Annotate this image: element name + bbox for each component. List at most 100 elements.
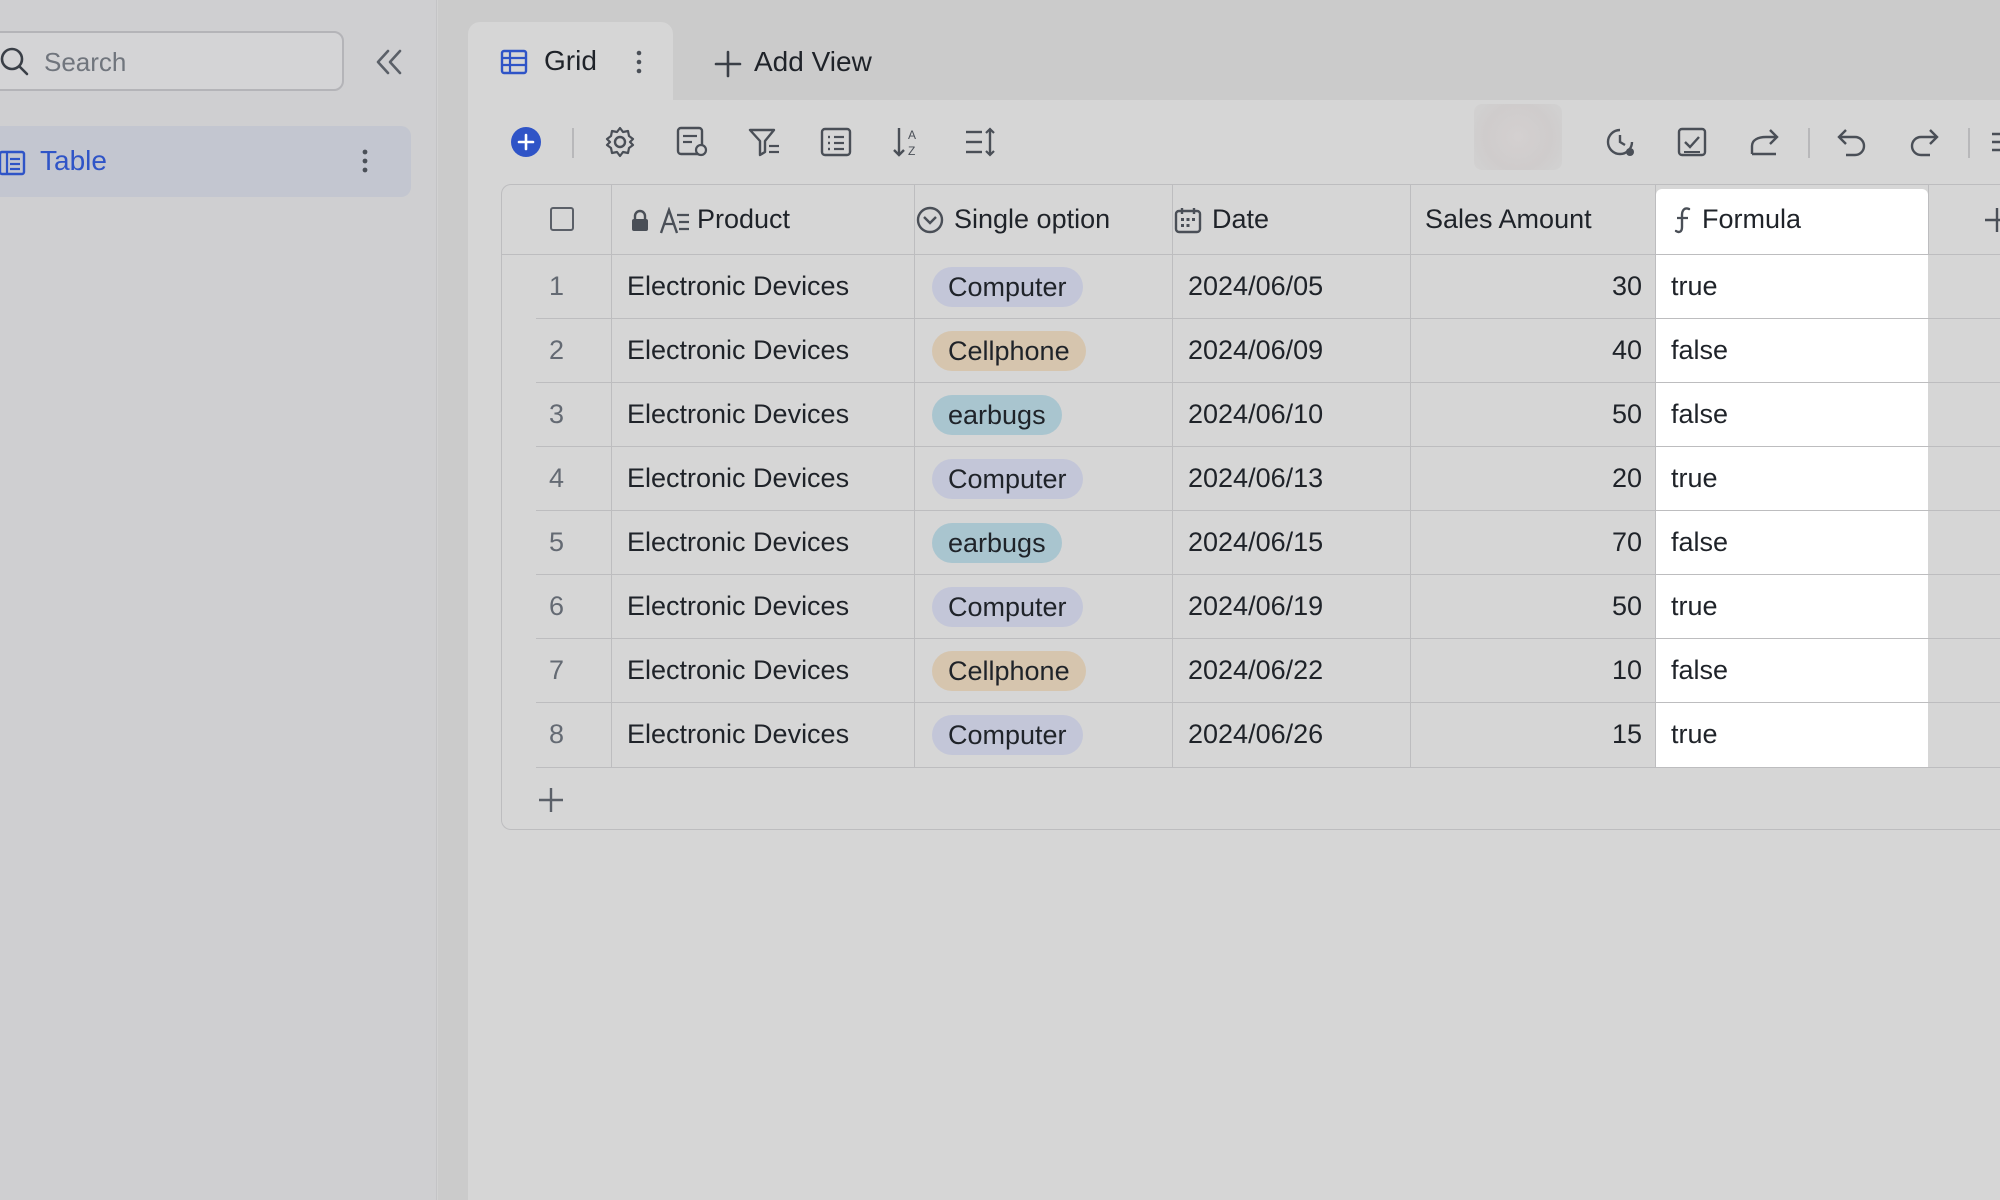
product-cell[interactable]: Electronic Devices (627, 527, 849, 558)
option-chip[interactable]: Computer (932, 267, 1083, 307)
sales-amount-cell[interactable]: 50 (1410, 399, 1642, 430)
more-menu-icon[interactable] (1988, 124, 2000, 160)
settings-icon[interactable] (602, 124, 638, 160)
sidebar-item-table[interactable]: Table (0, 126, 411, 197)
formula-cell[interactable]: true (1671, 719, 1718, 750)
product-cell[interactable]: Electronic Devices (627, 591, 849, 622)
filter-icon[interactable] (746, 124, 782, 160)
product-cell[interactable]: Electronic Devices (627, 463, 849, 494)
sales-amount-cell[interactable]: 50 (1410, 591, 1642, 622)
sales-amount-cell[interactable]: 40 (1410, 335, 1642, 366)
formula-cell[interactable]: true (1671, 463, 1718, 494)
user-avatar[interactable] (1474, 104, 1562, 170)
date-cell[interactable]: 2024/06/05 (1188, 271, 1323, 302)
option-chip[interactable]: Computer (932, 459, 1083, 499)
formula-cell[interactable]: false (1671, 527, 1728, 558)
add-view-label: Add View (754, 46, 872, 77)
search-input[interactable] (42, 43, 326, 81)
toolbar: AZ (468, 100, 2000, 184)
table-row[interactable]: 6 Electronic Devices Computer 2024/06/19 50 t… (502, 575, 2000, 639)
formula-cell[interactable]: true (1671, 591, 1718, 622)
svg-text:A: A (908, 128, 916, 142)
option-chip[interactable]: Cellphone (932, 651, 1086, 691)
row-divider (536, 767, 2000, 768)
date-cell[interactable]: 2024/06/22 (1188, 655, 1323, 686)
date-cell[interactable]: 2024/06/13 (1188, 463, 1323, 494)
task-check-icon[interactable] (1674, 124, 1710, 160)
sales-amount-cell[interactable]: 70 (1410, 527, 1642, 558)
tab-more-icon[interactable] (634, 48, 644, 81)
tab-label: Grid (544, 45, 597, 76)
row-number[interactable]: 2 (502, 335, 611, 366)
product-cell[interactable]: Electronic Devices (627, 719, 849, 750)
table-row[interactable]: 2 Electronic Devices Cellphone 2024/06/09 40… (502, 319, 2000, 383)
undo-icon[interactable] (1834, 124, 1870, 160)
row-number[interactable]: 8 (502, 719, 611, 750)
history-icon[interactable] (1602, 124, 1638, 160)
product-cell[interactable]: Electronic Devices (627, 655, 849, 686)
formula-cell[interactable]: false (1671, 335, 1728, 366)
text-field-icon (659, 206, 691, 240)
product-cell[interactable]: Electronic Devices (627, 399, 849, 430)
sales-amount-cell[interactable]: 10 (1410, 655, 1642, 686)
toolbar-divider (1968, 128, 1970, 158)
collapse-sidebar-icon[interactable] (372, 45, 408, 79)
row-number[interactable]: 3 (502, 399, 611, 430)
row-number[interactable]: 7 (502, 655, 611, 686)
option-chip[interactable]: Computer (932, 715, 1083, 755)
column-header-product[interactable]: Product (697, 204, 790, 235)
formula-cell[interactable]: true (1671, 271, 1718, 302)
date-cell[interactable]: 2024/06/09 (1188, 335, 1323, 366)
single-option-icon (916, 206, 944, 239)
sales-amount-cell[interactable]: 15 (1410, 719, 1642, 750)
row-number[interactable]: 5 (502, 527, 611, 558)
sidebar: Table (0, 0, 437, 1200)
sort-icon[interactable]: AZ (890, 124, 926, 160)
sidebar-item-label: Table (40, 145, 107, 176)
add-row-icon[interactable] (536, 785, 566, 820)
option-chip[interactable]: earbugs (932, 395, 1062, 435)
column-divider (1928, 185, 1929, 255)
grid-view-icon (500, 49, 528, 80)
sales-amount-cell[interactable]: 30 (1410, 271, 1642, 302)
row-height-icon[interactable] (962, 124, 998, 160)
date-cell[interactable]: 2024/06/15 (1188, 527, 1323, 558)
redo-icon[interactable] (1906, 124, 1942, 160)
product-cell[interactable]: Electronic Devices (627, 335, 849, 366)
column-header-date[interactable]: Date (1212, 204, 1269, 235)
table-icon (0, 150, 26, 181)
share-icon[interactable] (1746, 124, 1782, 160)
table-row[interactable]: 8 Electronic Devices Computer 2024/06/26 15 t… (502, 703, 2000, 767)
tab-grid[interactable]: Grid (468, 22, 673, 102)
select-all-checkbox[interactable] (550, 207, 574, 231)
lock-icon (630, 209, 650, 238)
sales-amount-cell[interactable]: 20 (1410, 463, 1642, 494)
table-row[interactable]: 5 Electronic Devices earbugs 2024/06/15 70 fa… (502, 511, 2000, 575)
column-header-single-option[interactable]: Single option (954, 204, 1110, 235)
option-chip[interactable]: earbugs (932, 523, 1062, 563)
formula-cell[interactable]: false (1671, 655, 1728, 686)
add-record-icon[interactable] (508, 124, 544, 160)
formula-cell[interactable]: false (1671, 399, 1728, 430)
date-cell[interactable]: 2024/06/26 (1188, 719, 1323, 750)
option-chip[interactable]: Computer (932, 587, 1083, 627)
table-row[interactable]: 1 Electronic Devices Computer 2024/06/05 30 t… (502, 255, 2000, 319)
option-chip[interactable]: Cellphone (932, 331, 1086, 371)
table-row[interactable]: 7 Electronic Devices Cellphone 2024/06/22 10… (502, 639, 2000, 703)
column-header-formula[interactable]: Formula (1702, 204, 1801, 235)
row-number[interactable]: 6 (502, 591, 611, 622)
plus-icon (714, 50, 742, 83)
table-row[interactable]: 4 Electronic Devices Computer 2024/06/13 20 t… (502, 447, 2000, 511)
search-box[interactable] (0, 31, 344, 91)
column-header-sales-amount[interactable]: Sales Amount (1425, 204, 1592, 235)
date-cell[interactable]: 2024/06/10 (1188, 399, 1323, 430)
product-cell[interactable]: Electronic Devices (627, 271, 849, 302)
add-column-icon[interactable] (1982, 205, 2000, 240)
date-cell[interactable]: 2024/06/19 (1188, 591, 1323, 622)
group-icon[interactable] (818, 124, 854, 160)
row-number[interactable]: 1 (502, 271, 611, 302)
table-row[interactable]: 3 Electronic Devices earbugs 2024/06/10 50 fa… (502, 383, 2000, 447)
row-number[interactable]: 4 (502, 463, 611, 494)
more-options-icon[interactable] (360, 146, 370, 181)
field-settings-icon[interactable] (674, 124, 710, 160)
